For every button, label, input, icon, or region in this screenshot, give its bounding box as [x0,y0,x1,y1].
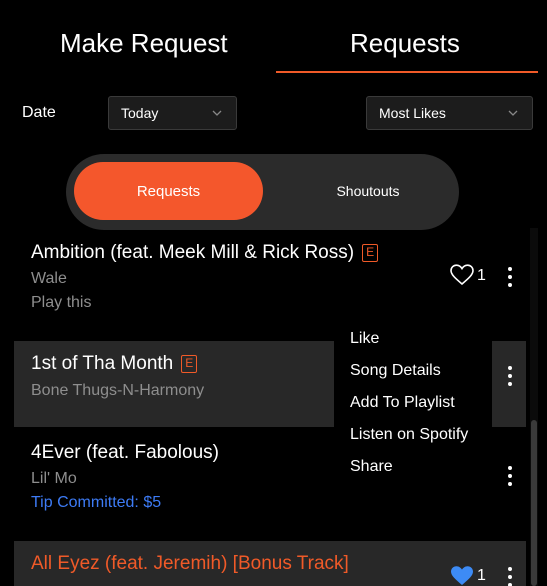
tab-make-request[interactable]: Make Request [60,28,228,59]
sort-select[interactable]: Most Likes [366,96,533,130]
song-artist: Wale [31,270,67,287]
song-artist: Lil' Mo [31,470,77,487]
heart-filled-icon[interactable] [450,565,474,586]
menu-item-listen-on-spotify[interactable]: Listen on Spotify [350,426,468,444]
requests-shoutouts-toggle: Requests Shoutouts [66,154,459,230]
song-note: Play this [31,294,92,311]
toggle-shoutouts-button[interactable]: Shoutouts [288,162,448,220]
toggle-requests-button[interactable]: Requests [74,162,263,220]
date-label: Date [22,104,56,121]
song-row[interactable]: All Eyez (feat. Jeremih) [Bonus Track] 1 [14,541,526,586]
more-options-icon[interactable] [507,567,513,586]
song-title: All Eyez (feat. Jeremih) [Bonus Track] [31,553,349,574]
tip-committed: Tip Committed: $5 [31,494,162,511]
chevron-down-icon [212,110,222,116]
menu-item-add-to-playlist[interactable]: Add To Playlist [350,394,455,412]
date-select-value: Today [121,105,159,121]
menu-item-share[interactable]: Share [350,458,393,476]
more-options-icon[interactable] [507,267,513,289]
scrollbar-thumb[interactable] [531,420,537,586]
heart-outline-icon[interactable] [450,264,474,286]
explicit-badge: E [181,355,198,373]
more-options-icon[interactable] [507,366,513,388]
sort-select-value: Most Likes [379,105,446,121]
date-select[interactable]: Today [108,96,237,130]
menu-item-like[interactable]: Like [350,330,379,348]
song-artist: Bone Thugs-N-Harmony [31,382,205,399]
explicit-badge: E [362,244,379,262]
like-count: 1 [477,567,486,584]
active-tab-indicator [276,71,538,73]
song-options-menu: Like Song Details Add To Playlist Listen… [334,320,492,490]
tab-requests[interactable]: Requests [350,28,460,59]
chevron-down-icon [508,110,518,116]
menu-item-song-details[interactable]: Song Details [350,362,441,380]
song-title: 4Ever (feat. Fabolous) [31,442,219,463]
like-count: 1 [477,267,486,284]
song-title: 1st of Tha Month E [31,353,198,375]
more-options-icon[interactable] [507,466,513,488]
song-title: Ambition (feat. Meek Mill & Rick Ross) E [31,242,379,264]
